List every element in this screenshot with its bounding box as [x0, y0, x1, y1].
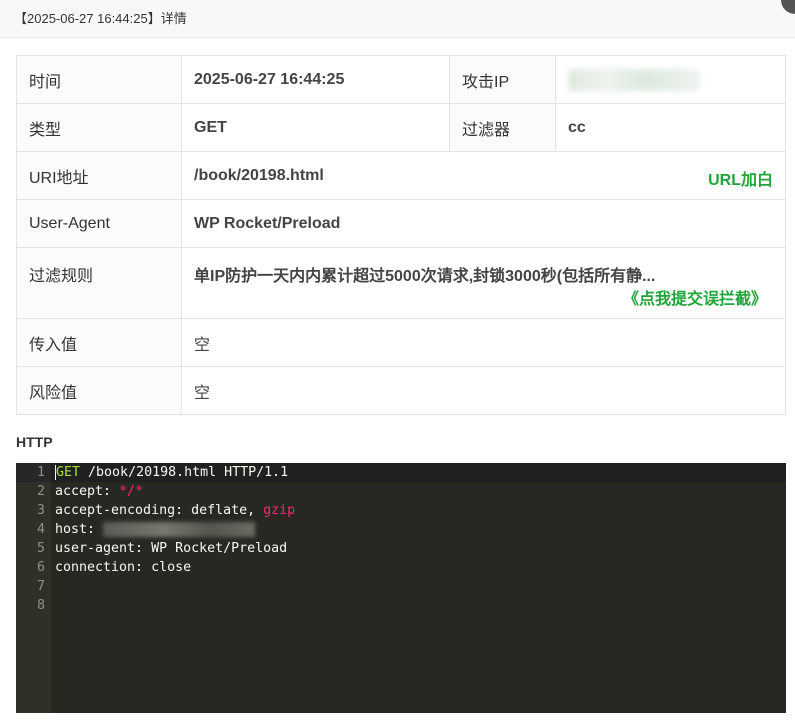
uri-cell: /book/20198.html URL加白 [181, 151, 786, 200]
ip-redacted [568, 68, 700, 91]
line-number: 4 [36, 522, 45, 537]
host-redacted [103, 521, 256, 537]
url-whitelist-link[interactable]: URL加白 [708, 166, 773, 190]
time-label: 时间 [16, 55, 182, 104]
risk-value-label: 风险值 [16, 366, 182, 415]
code-line: accept: */* [51, 482, 786, 501]
code-line: GET /book/20198.html HTTP/1.1 [51, 463, 786, 482]
code-line: user-agent: WP Rocket/Preload [55, 541, 288, 556]
table-row: 过滤规则 单IP防护一天内内累计超过5000次请求,封锁3000秒(包括所有静.… [16, 247, 786, 319]
code-line: accept-encoding: deflate, gzip [51, 501, 786, 520]
type-value: GET [181, 103, 450, 152]
user-agent-value: WP Rocket/Preload [181, 199, 786, 248]
type-label: 类型 [16, 103, 182, 152]
line-number: 3 [36, 503, 45, 518]
http-method: GET [56, 465, 81, 480]
http-section-title: HTTP [16, 434, 53, 450]
time-value: 2025-06-27 16:44:25 [181, 55, 450, 104]
table-row: URI地址 /book/20198.html URL加白 [16, 151, 786, 200]
input-value: 空 [181, 318, 786, 367]
line-number: 5 [36, 541, 45, 556]
line-number: 6 [36, 560, 45, 575]
table-row: 传入值 空 [16, 318, 786, 367]
header-key: host: [55, 522, 104, 537]
line-number: 2 [36, 484, 45, 499]
report-false-positive-link[interactable]: 《点我提交误拦截》 [623, 285, 767, 309]
filter-rule-cell: 单IP防护一天内内累计超过5000次请求,封锁3000秒(包括所有静... 《点… [181, 247, 786, 319]
http-code-editor[interactable]: 1 2 3 4 5 6 7 8 GET /book/20198.html HTT… [16, 463, 786, 713]
header-key: accept: [55, 484, 120, 499]
input-value-label: 传入值 [16, 318, 182, 367]
user-agent-label: User-Agent [16, 199, 182, 248]
table-row: 风险值 空 [16, 366, 786, 415]
header-value: */* [119, 484, 144, 499]
table-row: 类型 GET 过滤器 cc [16, 103, 786, 152]
code-line: connection: close [55, 560, 192, 575]
uri-label: URI地址 [16, 151, 182, 200]
line-number-gutter: 1 2 3 4 5 6 7 8 [16, 463, 51, 713]
ip-label: 攻击IP [449, 55, 556, 104]
risk-value: 空 [181, 366, 786, 415]
filter-rule-label: 过滤规则 [16, 247, 182, 319]
code-line: host: [51, 520, 786, 539]
filter-rule-value: 单IP防护一天内内累计超过5000次请求,封锁3000秒(包括所有静... [194, 268, 656, 285]
dialog-title: 【2025-06-27 16:44:25】详情 [14, 11, 187, 26]
code-lines: GET /book/20198.html HTTP/1.1 accept: */… [51, 463, 786, 615]
line-number: 8 [36, 598, 45, 613]
table-row: 时间 2025-06-27 16:44:25 攻击IP [16, 55, 786, 104]
detail-table: 时间 2025-06-27 16:44:25 攻击IP 类型 GET 过滤器 c… [16, 55, 786, 415]
header-value: gzip [263, 503, 296, 518]
filter-label: 过滤器 [449, 103, 556, 152]
close-icon[interactable] [781, 0, 795, 14]
line-number: 7 [36, 579, 45, 594]
filter-value: cc [555, 103, 786, 152]
line-number: 1 [16, 463, 51, 482]
table-row: User-Agent WP Rocket/Preload [16, 199, 786, 248]
uri-value: /book/20198.html [194, 166, 324, 184]
request-line: /book/20198.html HTTP/1.1 [80, 465, 289, 480]
ip-value [555, 55, 786, 104]
header-key: accept-encoding: deflate, [55, 503, 264, 518]
dialog-title-bar: 【2025-06-27 16:44:25】详情 [0, 0, 795, 38]
